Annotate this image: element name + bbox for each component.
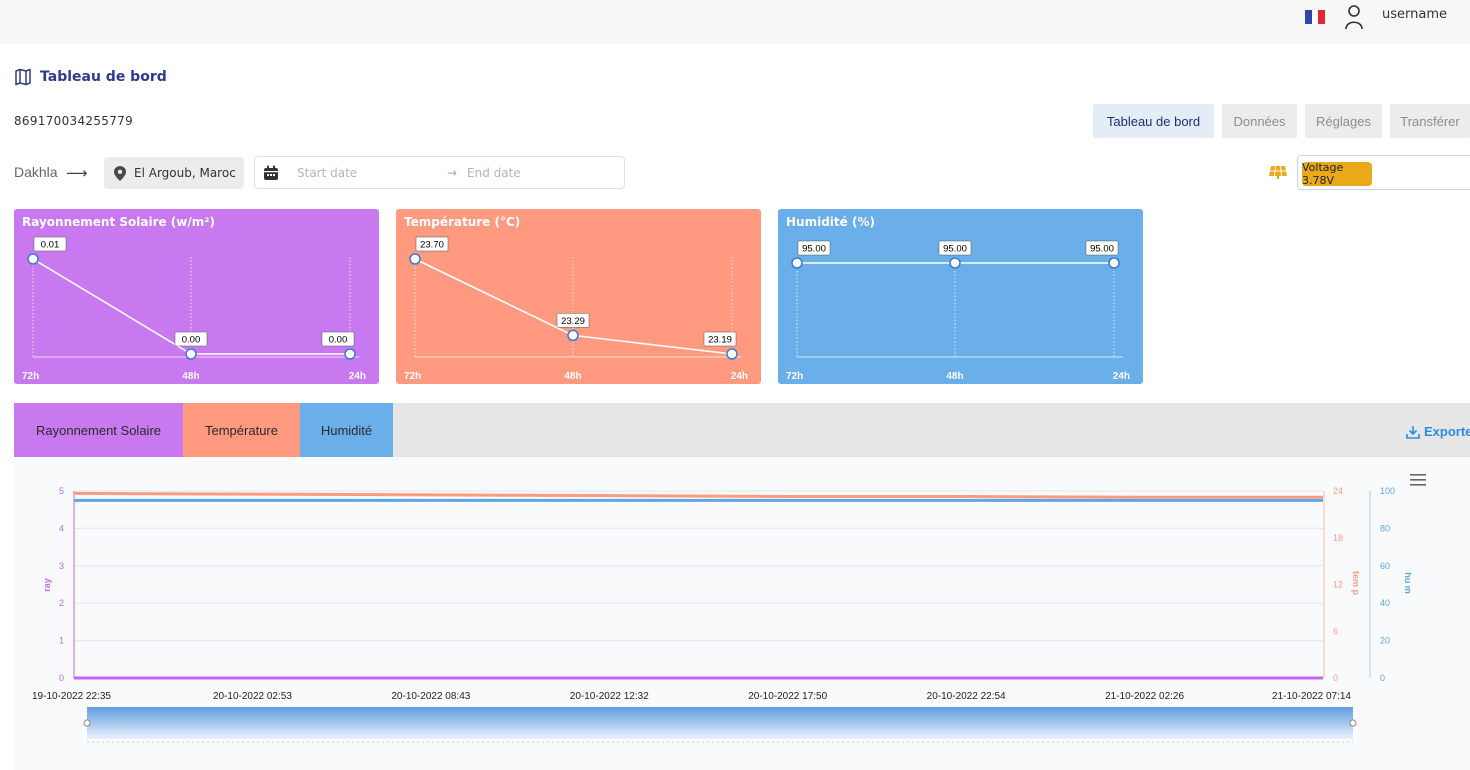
right2-tick-label: 80 — [1380, 523, 1390, 533]
right1-axis-title: tem p — [1351, 571, 1361, 596]
mini-value-label: 95.00 — [802, 244, 826, 255]
mini-value-label: 0.00 — [329, 335, 348, 346]
start-date-input[interactable]: Start date — [297, 166, 357, 180]
tab-reglages[interactable]: Réglages — [1305, 104, 1382, 138]
left-tick-label: 2 — [59, 598, 64, 608]
mini-chart: 0.01 72h 0.00 48h 0.00 24h — [22, 236, 366, 382]
mini-data-point — [791, 257, 803, 269]
mini-x-label: 24h — [731, 371, 748, 382]
mini-data-point — [27, 253, 39, 265]
mini-value-label: 95.00 — [1090, 244, 1114, 255]
mini-x-label: 24h — [1113, 371, 1130, 382]
hamburger-menu-icon[interactable] — [1410, 474, 1426, 486]
mini-chart: 23.70 72h 23.29 48h 23.19 24h — [404, 236, 748, 382]
left-tick-label: 1 — [59, 636, 64, 646]
card-humidite: Humidité (%) 95.00 72h 95.00 48h 95.00 24h — [778, 209, 1143, 384]
x-tick-label: 20-10-2022 02:53 — [213, 691, 292, 702]
mini-value-label: 23.70 — [420, 240, 444, 251]
right2-tick-label: 100 — [1380, 486, 1395, 496]
x-tick-label: 20-10-2022 17:50 — [748, 691, 827, 702]
right2-tick-label: 60 — [1380, 561, 1390, 571]
left-tick-label: 0 — [59, 673, 64, 683]
mini-value-label: 95.00 — [943, 244, 967, 255]
location-from: Dakhla — [14, 164, 58, 180]
mini-data-point — [949, 257, 961, 269]
left-tick-label: 3 — [59, 561, 64, 571]
solar-panel-icon — [1269, 165, 1287, 179]
right2-tick-label: 20 — [1380, 636, 1390, 646]
tab-donnees[interactable]: Données — [1222, 104, 1297, 138]
location-to-label: El Argoub, Maroc — [134, 166, 236, 180]
username[interactable]: username — [1382, 7, 1447, 22]
mini-value-label: 0.01 — [41, 240, 60, 251]
left-tick-label: 4 — [59, 523, 64, 533]
mini-data-point — [409, 253, 421, 265]
right2-tick-label: 0 — [1380, 673, 1385, 683]
left-axis-title: ray — [42, 578, 52, 592]
chart-tab-bar: Rayonnement Solaire Température Humidité… — [14, 403, 1470, 457]
navigator-handle-right — [1349, 719, 1357, 727]
mini-x-label: 72h — [404, 371, 421, 382]
left-tick-label: 5 — [59, 486, 64, 496]
calendar-icon — [264, 165, 278, 180]
date-range-picker[interactable]: Start date → End date — [254, 156, 625, 189]
mini-value-label: 0.00 — [182, 335, 201, 346]
x-tick-label: 20-10-2022 12:32 — [570, 691, 649, 702]
tab-temperature[interactable]: Température — [183, 403, 300, 457]
mini-data-point — [726, 348, 738, 360]
location-select[interactable]: El Argoub, Maroc — [104, 157, 244, 189]
mini-x-label: 72h — [786, 371, 803, 382]
mini-x-label: 24h — [349, 371, 366, 382]
map-icon — [15, 68, 31, 86]
mini-x-label: 72h — [22, 371, 39, 382]
navigator-handle-left — [83, 719, 91, 727]
x-tick-label: 20-10-2022 08:43 — [391, 691, 470, 702]
mini-chart: 95.00 72h 95.00 48h 95.00 24h — [786, 240, 1130, 382]
card-rayonnement: Rayonnement Solaire (w/m²) 0.01 72h 0.00 48… — [14, 209, 379, 384]
voltage-badge: Voltage 3.78V — [1302, 161, 1372, 187]
fr-flag-icon[interactable] — [1305, 10, 1326, 24]
mini-data-point — [567, 329, 579, 342]
main-chart: 012345ray06121824tem p020406080100hu m19… — [32, 486, 1413, 743]
mini-x-label: 48h — [946, 371, 963, 382]
mini-value-label: 23.29 — [561, 316, 585, 327]
page-header: Tableau de bord — [14, 68, 167, 86]
page-title: Tableau de bord — [40, 69, 167, 85]
tab-humidite[interactable]: Humidité — [300, 403, 393, 457]
mini-x-label: 48h — [564, 371, 581, 382]
right2-tick-label: 40 — [1380, 598, 1390, 608]
mini-data-point — [344, 348, 356, 360]
date-separator: → — [447, 166, 458, 180]
download-icon — [1406, 425, 1420, 439]
mini-data-point — [1108, 257, 1120, 269]
tab-transferer[interactable]: Transférer — [1390, 104, 1470, 138]
right1-tick-label: 12 — [1333, 580, 1343, 590]
right1-tick-label: 6 — [1333, 626, 1338, 636]
x-tick-label: 19-10-2022 22:35 — [32, 691, 111, 702]
navigator-range — [87, 707, 1353, 739]
right1-tick-label: 18 — [1333, 533, 1343, 543]
right2-axis-title: hu m — [1403, 572, 1413, 594]
tab-tableau-de-bord[interactable]: Tableau de bord — [1093, 104, 1214, 138]
card-temperature: Température (°C) 23.70 72h 23.29 48h 23.19 24… — [396, 209, 761, 384]
voltage-display: Voltage 3.78V — [1297, 155, 1470, 190]
x-tick-label: 21-10-2022 07:14 — [1272, 691, 1351, 702]
right1-tick-label: 24 — [1333, 486, 1343, 496]
export-label: Exporter — [1424, 424, 1470, 439]
location-pin-icon — [114, 165, 126, 181]
user-icon[interactable] — [1344, 4, 1364, 30]
x-tick-label: 20-10-2022 22:54 — [927, 691, 1006, 702]
export-button[interactable]: Exporter — [1406, 424, 1470, 439]
end-date-input[interactable]: End date — [467, 166, 521, 180]
x-tick-label: 21-10-2022 02:26 — [1105, 691, 1184, 702]
device-id: 869170034255779 — [14, 114, 134, 128]
arrow-right-icon: ⟶ — [66, 164, 88, 182]
tab-rayonnement-solaire[interactable]: Rayonnement Solaire — [14, 403, 183, 457]
mini-x-label: 48h — [182, 371, 199, 382]
series-line-temp — [73, 491, 1324, 499]
right1-tick-label: 0 — [1333, 673, 1338, 683]
mini-value-label: 23.19 — [708, 335, 732, 346]
mini-data-point — [185, 348, 197, 360]
top-bar: username — [0, 0, 1470, 44]
